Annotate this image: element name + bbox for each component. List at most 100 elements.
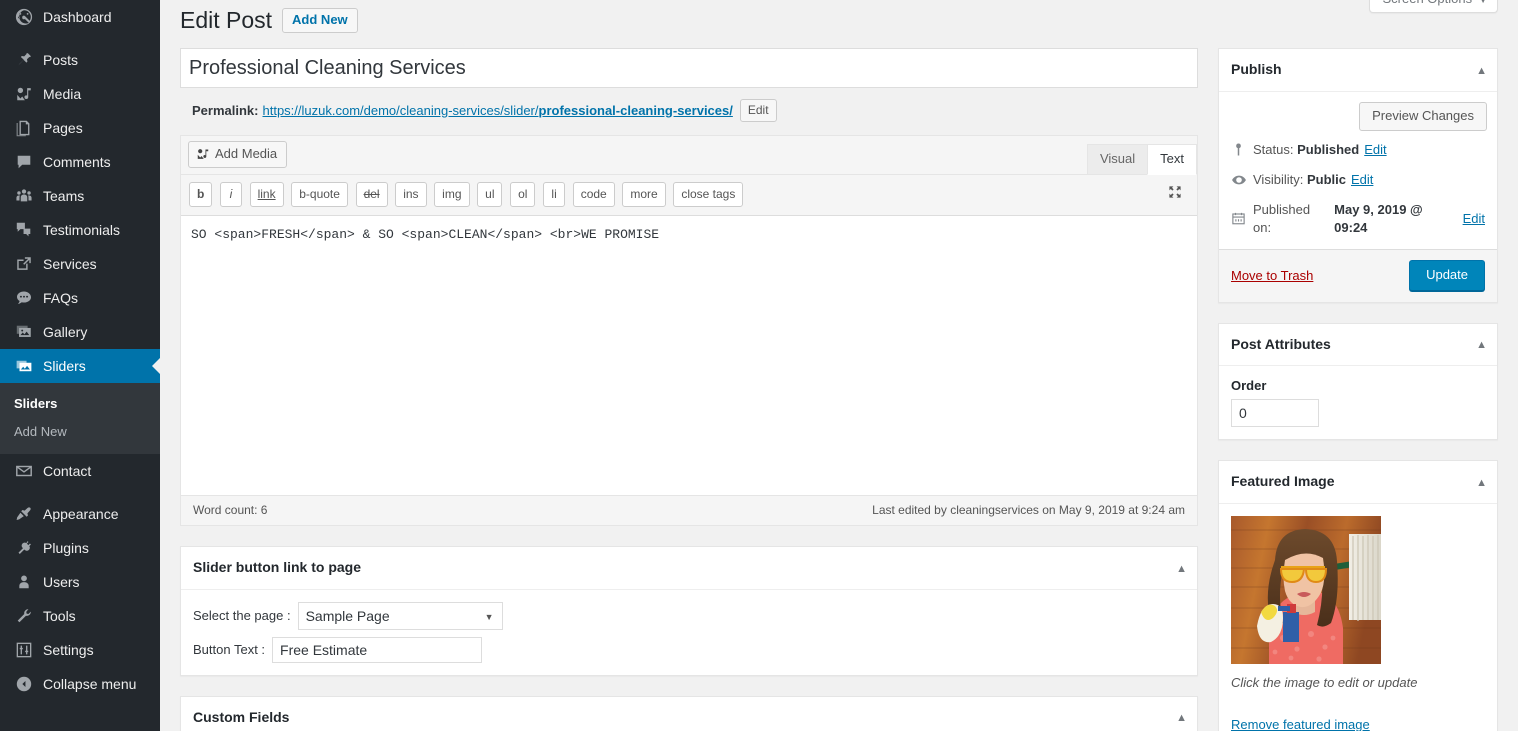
sidebar-item-services[interactable]: Services — [0, 247, 160, 281]
sidebar-item-teams[interactable]: Teams — [0, 179, 160, 213]
toggle-panel-button[interactable]: ▲ — [1176, 711, 1187, 726]
status-row: Status: Published Edit — [1219, 141, 1497, 171]
sidebar-item-posts[interactable]: Posts — [0, 43, 160, 77]
toggle-panel-button[interactable]: ▲ — [1176, 562, 1187, 577]
post-body-content: Permalink: https://luzuk.com/demo/cleani… — [180, 48, 1198, 731]
metabox-title[interactable]: Publish ▲ — [1219, 49, 1497, 92]
last-edited-info: Last edited by cleaningservices on May 9… — [872, 503, 1185, 517]
update-button[interactable]: Update — [1409, 259, 1485, 291]
post-content-textarea[interactable] — [181, 216, 1197, 495]
quicktag-ol[interactable]: ol — [510, 182, 536, 207]
sidebar-metabox-column: Publish ▲ Preview Changes Status: Publis… — [1218, 48, 1498, 731]
metabox-title[interactable]: Post Attributes ▲ — [1219, 324, 1497, 367]
quicktag-more[interactable]: more — [622, 182, 666, 207]
metabox-title-text: Post Attributes — [1231, 335, 1331, 352]
metabox-title-text: Publish — [1231, 61, 1282, 77]
visibility-value: Public — [1306, 171, 1346, 187]
users-icon — [14, 572, 34, 592]
metabox-title[interactable]: Custom Fields ▲ — [181, 697, 1197, 731]
add-new-button[interactable]: Add New — [282, 8, 358, 33]
pin-icon — [14, 50, 34, 70]
sidebar-item-sliders[interactable]: Sliders — [0, 349, 160, 383]
sidebar-item-label: Posts — [43, 52, 79, 68]
sidebar-subitem-add-new[interactable]: Add New — [0, 418, 160, 446]
sidebar-submenu-sliders: Sliders Add New — [0, 383, 160, 454]
quicktag-close-tags[interactable]: close tags — [673, 182, 744, 207]
sidebar-item-settings[interactable]: Settings — [0, 633, 160, 667]
chevron-down-icon: ▼ — [484, 611, 494, 622]
preview-row: Preview Changes — [1219, 92, 1497, 141]
sidebar-subitem-sliders[interactable]: Sliders — [0, 390, 160, 418]
move-to-trash-link[interactable]: Move to Trash — [1231, 268, 1313, 283]
metabox-title[interactable]: Featured Image ▲ — [1219, 461, 1497, 504]
add-media-button[interactable]: Add Media — [188, 141, 288, 168]
remove-featured-image-link[interactable]: Remove featured image — [1231, 717, 1370, 731]
main-content-area: Screen Options ▼ Edit Post Add New Permal… — [160, 0, 1518, 731]
quicktag-ins[interactable]: ins — [395, 182, 427, 207]
sidebar-item-label: Media — [43, 86, 82, 102]
sidebar-item-label: Settings — [43, 642, 94, 658]
sidebar-item-collapse-menu[interactable]: Collapse menu — [0, 667, 160, 701]
edit-status-link[interactable]: Edit — [1364, 141, 1386, 159]
editor-top-toolbar: Add Media Visual Text — [181, 136, 1197, 175]
sidebar-item-dashboard[interactable]: Dashboard — [0, 0, 160, 34]
sidebar-item-gallery[interactable]: Gallery — [0, 315, 160, 349]
metabox-title[interactable]: Slider button link to page ▲ — [181, 547, 1197, 590]
sidebar-item-pages[interactable]: Pages — [0, 111, 160, 145]
sliders-icon — [14, 356, 34, 376]
sidebar-item-contact[interactable]: Contact — [0, 454, 160, 488]
screen-options-button[interactable]: Screen Options ▼ — [1369, 0, 1498, 13]
featured-image-caption: Click the image to edit or update — [1231, 674, 1418, 690]
publish-metabox: Publish ▲ Preview Changes Status: Publis… — [1218, 48, 1498, 303]
editor-mode-tabs: Visual Text — [1086, 144, 1197, 175]
tab-visual[interactable]: Visual — [1086, 144, 1149, 175]
edit-permalink-button[interactable]: Edit — [739, 99, 777, 122]
quicktag-code[interactable]: code — [572, 182, 615, 207]
toggle-panel-button[interactable]: ▲ — [1476, 338, 1487, 353]
quicktag-ul[interactable]: ul — [477, 182, 503, 207]
quicktag-b[interactable]: b — [189, 182, 213, 207]
quicktag-b-quote[interactable]: b-quote — [291, 182, 348, 207]
teams-icon — [14, 186, 34, 206]
post-attributes-metabox: Post Attributes ▲ Order — [1218, 322, 1498, 441]
quicktags-toolbar: b i link b-quote del ins img ul ol li co… — [181, 175, 1197, 216]
published-on-label: Published on: — [1253, 201, 1311, 235]
toggle-panel-button[interactable]: ▲ — [1476, 476, 1487, 491]
featured-image-thumbnail[interactable] — [1231, 515, 1381, 664]
sidebar-item-label: Contact — [43, 463, 92, 479]
quicktag-del[interactable]: del — [355, 182, 388, 207]
preview-changes-button[interactable]: Preview Changes — [1359, 101, 1487, 131]
settings-icon — [14, 640, 34, 660]
permalink-link[interactable]: https://luzuk.com/demo/cleaning-services… — [262, 101, 732, 121]
sidebar-item-testimonials[interactable]: Testimonials — [0, 213, 160, 247]
quicktag-img[interactable]: img — [434, 182, 470, 207]
status-label: Status: — [1253, 141, 1294, 157]
select-page-row: Select the page : Sample Page ▼ — [193, 601, 1185, 630]
admin-screen: Dashboard Posts Media Pages Comments Tea… — [0, 0, 1518, 731]
quicktag-link[interactable]: link — [249, 182, 284, 207]
permalink-row: Permalink: https://luzuk.com/demo/cleani… — [192, 99, 1198, 122]
pages-icon — [14, 118, 34, 138]
sidebar-item-faqs[interactable]: FAQs — [0, 281, 160, 315]
sidebar-item-label: Teams — [43, 188, 85, 204]
sidebar-item-plugins[interactable]: Plugins — [0, 531, 160, 565]
testimonials-icon — [14, 220, 34, 240]
sidebar-item-media[interactable]: Media — [0, 77, 160, 111]
sidebar-item-comments[interactable]: Comments — [0, 145, 160, 179]
quicktag-i[interactable]: i — [219, 182, 242, 207]
fullscreen-icon[interactable] — [1167, 184, 1183, 203]
tab-text[interactable]: Text — [1147, 144, 1197, 175]
button-text-input[interactable] — [272, 636, 483, 663]
post-editor: Add Media Visual Text b i link b-quote d… — [180, 135, 1198, 526]
toggle-panel-button[interactable]: ▲ — [1476, 64, 1487, 79]
sidebar-item-users[interactable]: Users — [0, 565, 160, 599]
edit-published-link[interactable]: Edit — [1463, 210, 1485, 228]
sidebar-item-tools[interactable]: Tools — [0, 599, 160, 633]
order-input[interactable] — [1231, 399, 1319, 428]
faqs-icon — [14, 288, 34, 308]
edit-visibility-link[interactable]: Edit — [1351, 171, 1373, 189]
post-title-input[interactable] — [180, 48, 1198, 88]
select-page-dropdown[interactable]: Sample Page ▼ — [297, 601, 503, 630]
sidebar-item-appearance[interactable]: Appearance — [0, 497, 160, 531]
quicktag-li[interactable]: li — [543, 182, 566, 207]
